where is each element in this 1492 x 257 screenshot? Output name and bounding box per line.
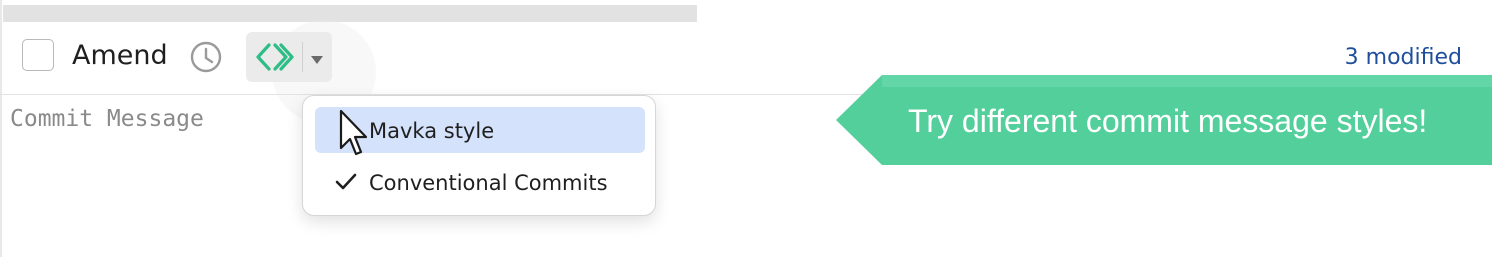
tip-callout: Try different commit message styles!	[836, 75, 1492, 165]
menu-item-label: Mavka style	[369, 119, 495, 143]
checkmark-icon	[335, 173, 357, 191]
callout-text: Try different commit message styles!	[908, 103, 1428, 139]
menu-item-conventional-commits[interactable]: Conventional Commits	[315, 159, 645, 205]
amend-label[interactable]: Amend	[72, 40, 168, 72]
amend-checkbox[interactable]	[22, 39, 54, 71]
commit-style-button[interactable]	[246, 32, 332, 82]
horizontal-scrollbar[interactable]	[3, 5, 697, 22]
ai-diamond-icon	[254, 40, 296, 74]
modified-files-link[interactable]: 3 modified	[1345, 44, 1462, 72]
caret-down-icon[interactable]	[310, 50, 324, 64]
mouse-pointer-icon	[338, 108, 368, 158]
button-divider	[302, 42, 303, 72]
menu-item-label: Conventional Commits	[369, 171, 608, 195]
clock-history-icon[interactable]	[189, 40, 223, 74]
